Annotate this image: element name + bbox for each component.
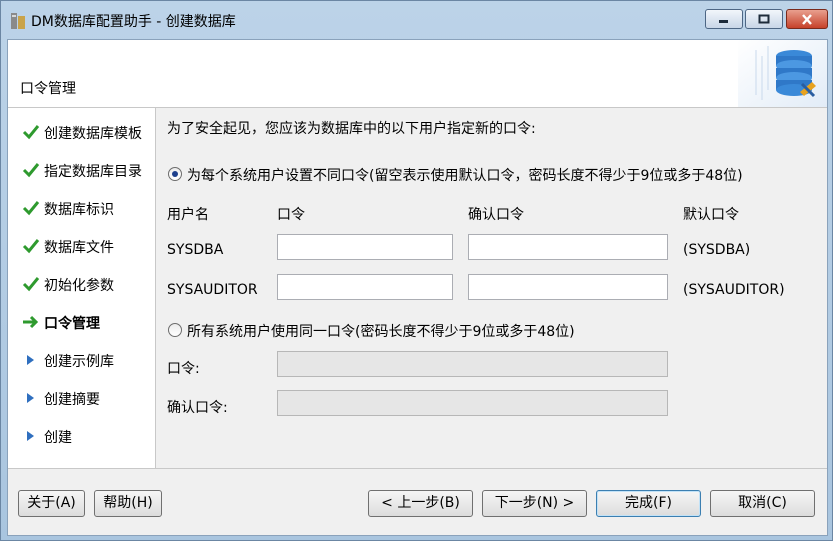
minimize-button[interactable] <box>705 9 743 29</box>
checkmark-icon <box>22 163 40 178</box>
cancel-button[interactable]: 取消(C) <box>710 490 815 517</box>
help-button[interactable]: 帮助(H) <box>94 490 162 517</box>
user-name-sysdba: SYSDBA <box>167 242 224 258</box>
about-button[interactable]: 关于(A) <box>18 490 85 517</box>
column-header-default: 默认口令 <box>683 207 739 223</box>
column-header-user: 用户名 <box>167 207 209 223</box>
radio-same-password[interactable] <box>168 323 182 337</box>
sysdba-confirm-input[interactable] <box>468 234 668 260</box>
checkmark-icon <box>22 277 40 292</box>
step-label: 口令管理 <box>44 316 100 332</box>
app-window: DM数据库配置助手 - 创建数据库 口令管理 创建数据库模板 指定数据库目录 数… <box>0 0 833 541</box>
title-bar[interactable]: DM数据库配置助手 - 创建数据库 <box>1 1 832 39</box>
close-icon <box>802 13 812 25</box>
checkmark-icon <box>22 201 40 216</box>
maximize-button[interactable] <box>745 9 783 29</box>
checkmark-icon <box>22 239 40 254</box>
radio-individual-passwords[interactable] <box>168 167 182 181</box>
step-label: 创建摘要 <box>44 392 100 408</box>
step-create[interactable]: 创建 <box>8 420 156 452</box>
step-label: 创建数据库模板 <box>44 126 142 142</box>
step-database-files[interactable]: 数据库文件 <box>8 230 156 262</box>
dialog-client-area: 口令管理 创建数据库模板 指定数据库目录 数据库标识 数据库文件 初始化参数 口… <box>7 39 828 536</box>
page-title: 口令管理 <box>20 81 76 97</box>
database-logo-icon <box>738 40 827 107</box>
sysauditor-password-input[interactable] <box>277 274 453 300</box>
user-name-sysauditor: SYSAUDITOR <box>167 282 258 298</box>
footer-divider <box>8 468 827 469</box>
radio-same-label[interactable]: 所有系统用户使用同一口令(密码长度不得少于9位或多于48位) <box>187 321 575 341</box>
page-header: 口令管理 <box>8 40 827 108</box>
app-icon <box>11 13 25 29</box>
step-label: 初始化参数 <box>44 278 114 294</box>
same-password-input[interactable] <box>277 351 668 377</box>
same-password-label: 口令: <box>167 361 200 377</box>
radio-individual-label[interactable]: 为每个系统用户设置不同口令(留空表示使用默认口令，密码长度不得少于9位或多于48… <box>187 165 743 185</box>
same-confirm-label: 确认口令: <box>167 400 228 416</box>
sysdba-default-password: (SYSDBA) <box>683 242 751 258</box>
triangle-right-icon <box>27 431 34 441</box>
sysdba-password-input[interactable] <box>277 234 453 260</box>
current-step-arrow-icon <box>23 315 39 329</box>
step-create-sample-db[interactable]: 创建示例库 <box>8 344 156 376</box>
triangle-right-icon <box>27 355 34 365</box>
close-button[interactable] <box>786 9 828 29</box>
intro-text: 为了安全起见，您应该为数据库中的以下用户指定新的口令: <box>167 121 536 137</box>
wizard-steps-panel: 创建数据库模板 指定数据库目录 数据库标识 数据库文件 初始化参数 口令管理 创… <box>8 108 156 468</box>
next-button[interactable]: 下一步(N) > <box>482 490 587 517</box>
password-settings-panel: 为了安全起见，您应该为数据库中的以下用户指定新的口令: 为每个系统用户设置不同口… <box>156 108 827 468</box>
maximize-icon <box>758 14 770 24</box>
step-database-identity[interactable]: 数据库标识 <box>8 192 156 224</box>
step-label: 创建示例库 <box>44 354 114 370</box>
triangle-right-icon <box>27 393 34 403</box>
sysauditor-confirm-input[interactable] <box>468 274 668 300</box>
step-summary[interactable]: 创建摘要 <box>8 382 156 414</box>
minimize-icon <box>719 20 728 23</box>
step-specify-directory[interactable]: 指定数据库目录 <box>8 154 156 186</box>
window-title: DM数据库配置助手 - 创建数据库 <box>31 14 236 30</box>
step-label: 创建 <box>44 430 72 446</box>
finish-button[interactable]: 完成(F) <box>596 490 701 517</box>
step-label: 数据库标识 <box>44 202 114 218</box>
back-button[interactable]: < 上一步(B) <box>368 490 473 517</box>
column-header-password: 口令 <box>277 207 305 223</box>
step-label: 数据库文件 <box>44 240 114 256</box>
step-label: 指定数据库目录 <box>44 164 142 180</box>
step-password-management[interactable]: 口令管理 <box>8 306 156 338</box>
sysauditor-default-password: (SYSAUDITOR) <box>683 282 785 298</box>
column-header-confirm: 确认口令 <box>468 207 524 223</box>
step-create-template[interactable]: 创建数据库模板 <box>8 116 156 148</box>
same-confirm-input[interactable] <box>277 390 668 416</box>
step-init-params[interactable]: 初始化参数 <box>8 268 156 300</box>
checkmark-icon <box>22 125 40 140</box>
